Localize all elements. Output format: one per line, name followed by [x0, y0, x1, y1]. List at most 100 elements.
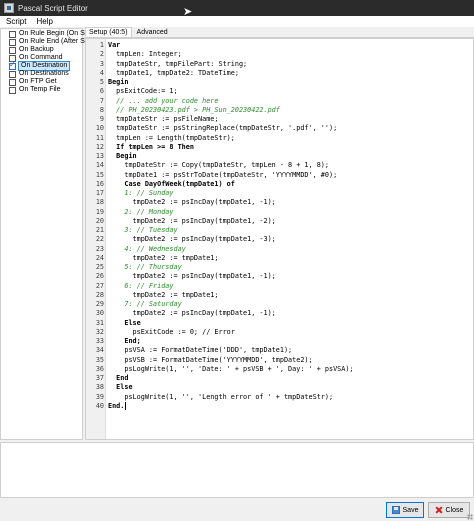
tab-strip: Setup (40:5) Advanced: [85, 27, 474, 38]
event-item[interactable]: On Temp File: [1, 86, 82, 94]
line-number: 21: [95, 226, 104, 234]
line-number: 13: [95, 152, 104, 160]
code-text: tmpDate2 := tmpDate1;: [108, 253, 219, 262]
event-checkbox[interactable]: [9, 86, 16, 94]
code-line: 16 Case DayOfWeek(tmpDate1) of: [96, 180, 473, 189]
event-checkbox[interactable]: [9, 30, 16, 38]
event-item[interactable]: On FTP Get: [1, 78, 82, 86]
line-number: 35: [95, 355, 104, 364]
line-number: 14: [95, 161, 104, 170]
code-text: Begin: [108, 78, 129, 86]
code-text: Else: [108, 318, 141, 327]
event-checkbox[interactable]: [9, 70, 16, 78]
code-line: 22 tmpDate2 := psIncDay(tmpDate1, -3);: [96, 235, 473, 244]
close-button-label: Close: [445, 506, 464, 514]
event-list: On Rule Begin (On Scan) On Rule End (Afte…: [1, 29, 98, 94]
line-number: 36: [95, 364, 104, 373]
code-line: 3 tmpDateStr, tmpFilePart: String;: [100, 60, 473, 69]
line-number: 10: [95, 124, 104, 133]
menu-script[interactable]: Script: [2, 17, 30, 26]
code-text: psVSA := FormatDateTime('DDD', tmpDate1)…: [108, 346, 293, 355]
line-number: 9: [99, 115, 104, 123]
line-number: 18: [95, 198, 104, 207]
line-number: 12: [95, 142, 104, 151]
line-number: 17: [95, 189, 104, 197]
event-item[interactable]: On Rule End (After Scan): [1, 38, 98, 46]
close-button[interactable]: Close: [428, 502, 470, 518]
event-label: On Destinations: [19, 70, 69, 77]
code-line: 28 tmpDate2 := tmpDate1;: [96, 290, 473, 300]
code-line: 9 tmpDateStr := psFileName;: [100, 115, 473, 124]
save-button[interactable]: Save: [386, 502, 424, 518]
code-line: 39 psLogWrite(1, '', 'Length error of ' …: [96, 392, 473, 402]
code-line: 15 tmpDate1 := psStrToDate(tmpDateStr, '…: [96, 170, 473, 180]
event-item[interactable]: On Backup: [1, 46, 82, 54]
code-editor[interactable]: 1 Var 2 tmpLen: Integer; 3 tmpDateStr, tmpF…: [85, 38, 474, 440]
line-number: 16: [95, 179, 104, 188]
code-line: 23 4: // Wednesday: [96, 245, 473, 254]
code-line: 19 2: // Monday: [96, 207, 473, 217]
code-text: psVSB := FormatDateTime('YYYYMMDD', tmpD…: [108, 355, 313, 364]
event-checkbox[interactable]: [9, 46, 16, 54]
code-text: tmpDateStr := psFileName;: [108, 115, 219, 123]
footer-bar: Save Close: [0, 500, 474, 521]
code-line: 7 // ... add your code here: [100, 96, 473, 106]
code-line: 12 If tmpLen >= 8 Then: [96, 142, 473, 152]
code-text: End.: [108, 401, 125, 410]
code-text: 1: // Sunday: [108, 189, 174, 197]
log-output-panel[interactable]: [0, 442, 474, 498]
resize-grip-icon[interactable]: [467, 514, 473, 520]
tab-setup[interactable]: Setup (40:5): [85, 27, 132, 37]
code-text: tmpDate2 := psIncDay(tmpDate1, -3);: [108, 235, 276, 244]
line-number: 32: [95, 327, 104, 336]
line-number: 26: [95, 272, 104, 281]
line-number: 7: [99, 96, 104, 105]
code-line: 33 End;: [96, 337, 473, 346]
event-item[interactable]: On Destinations: [1, 70, 82, 78]
code-area[interactable]: 1 Var 2 tmpLen: Integer; 3 tmpDateStr, tmpF…: [96, 41, 473, 411]
code-text: 2: // Monday: [108, 207, 174, 216]
save-button-label: Save: [402, 506, 419, 514]
line-number: 24: [95, 253, 104, 262]
event-checkbox[interactable]: [9, 78, 16, 86]
code-text: End;: [108, 337, 141, 345]
code-text: tmpDate2 := tmpDate1;: [108, 290, 219, 299]
code-line: 8 // PH_20230423.pdf > PH_Sun_20230422.p…: [100, 105, 473, 115]
code-text: tmpDate1 := psStrToDate(tmpDateStr, 'YYY…: [108, 170, 338, 179]
window-title: Pascal Script Editor: [18, 3, 88, 13]
code-text: If tmpLen >= 8 Then: [108, 142, 194, 151]
line-number: 6: [99, 87, 104, 96]
event-checkbox[interactable]: [9, 38, 16, 46]
code-text: // ... add your code here: [108, 96, 219, 105]
code-text: tmpDateStr := Copy(tmpDateStr, tmpLen - …: [108, 161, 329, 170]
line-number: 5: [99, 78, 104, 86]
line-number: 8: [99, 105, 104, 114]
code-text: psLogWrite(1, '', 'Length error of ' + t…: [108, 392, 334, 401]
line-number: 37: [95, 374, 104, 382]
close-icon: [435, 506, 443, 514]
line-number: 20: [95, 216, 104, 225]
event-checkbox[interactable]: [9, 61, 16, 70]
code-line: 10 tmpDateStr := psStringReplace(tmpDate…: [96, 124, 473, 133]
code-text: psExitCode:= 1;: [108, 87, 178, 96]
menu-help[interactable]: Help: [32, 17, 56, 26]
event-item[interactable]: On Destination: [1, 61, 82, 71]
code-text: // PH_20230423.pdf > PH_Sun_20230422.pdf: [108, 105, 280, 114]
line-number: 15: [95, 170, 104, 179]
code-line: 21 3: // Tuesday: [96, 226, 473, 235]
text-caret: [125, 401, 127, 410]
code-line: 30 tmpDate2 := psIncDay(tmpDate1, -1);: [96, 309, 473, 318]
code-line: 27 6: // Friday: [96, 281, 473, 291]
code-line: 6 psExitCode:= 1;: [100, 87, 473, 96]
line-number: 2: [99, 50, 104, 59]
code-text: 3: // Tuesday: [108, 226, 178, 234]
code-text: Else: [108, 383, 133, 392]
code-text: tmpDate2 := psIncDay(tmpDate1, -1);: [108, 309, 276, 318]
editor-panel: Setup (40:5) Advanced 1 Var 2 tmpLen: Inte…: [85, 27, 474, 440]
tab-advanced[interactable]: Advanced: [134, 28, 171, 37]
event-label: On Backup: [19, 46, 54, 53]
code-text: 6: // Friday: [108, 281, 174, 290]
event-item[interactable]: On Rule Begin (On Scan): [1, 30, 98, 38]
code-line: 11 tmpLen := Length(tmpDateStr);: [96, 134, 473, 143]
code-line: 2 tmpLen: Integer;: [100, 50, 473, 59]
